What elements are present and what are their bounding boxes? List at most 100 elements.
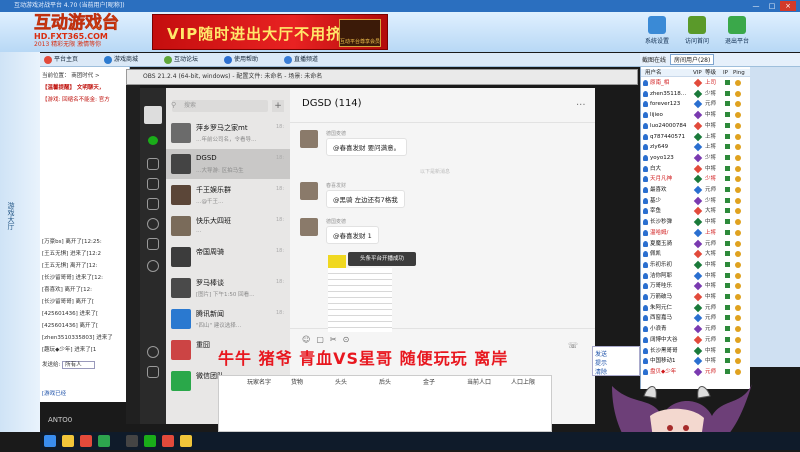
user-row[interactable]: 最喜欢 元师 xyxy=(641,185,751,195)
minimize-button[interactable]: — xyxy=(748,1,764,11)
user-row[interactable]: 天月凡神 少将 xyxy=(641,175,751,184)
user-row[interactable]: 中国移动1 中将 xyxy=(641,356,751,366)
conversation-item[interactable]: 腾讯新闻 "四山" 建议选择… 18: xyxy=(166,304,290,334)
close-button[interactable]: × xyxy=(780,1,796,11)
ping-icon xyxy=(735,368,741,375)
moments-icon[interactable] xyxy=(147,218,159,230)
user-row[interactable]: 阔博中大谷 元师 xyxy=(641,335,751,345)
col-ping[interactable]: Ping xyxy=(733,69,745,77)
toolbar-button-0[interactable]: 系统设置 xyxy=(640,14,674,50)
col-level[interactable]: 等级 xyxy=(705,69,716,77)
table-header[interactable]: 货物 xyxy=(291,377,303,386)
user-row[interactable]: 宰鱼 大将 xyxy=(641,207,751,216)
user-row[interactable]: lijieo 中将 xyxy=(641,110,751,120)
user-row[interactable]: 盘贝◆少年 元师 xyxy=(641,367,751,377)
miniprogram-icon[interactable] xyxy=(147,238,159,250)
contacts-icon[interactable] xyxy=(147,158,159,170)
add-button[interactable]: + xyxy=(272,100,284,112)
favorites-icon[interactable] xyxy=(147,178,159,190)
obs-window-titlebar[interactable]: OBS 21.2.4 (64-bit, windows) - 配置文件: 未命名… xyxy=(126,69,638,85)
settings-gear-icon[interactable] xyxy=(147,260,159,272)
col-ip[interactable]: IP xyxy=(723,69,728,77)
user-row[interactable]: 夏魔玉骑 元师 xyxy=(641,239,751,248)
user-row[interactable]: 基少 少将 xyxy=(641,196,751,205)
conversation-item[interactable]: 萍乡罗马之家mt …年前公司名，令看导… 18: xyxy=(166,118,290,148)
user-name: 阔博中大谷 xyxy=(650,336,678,343)
app-icon-2[interactable] xyxy=(98,435,110,447)
message-avatar[interactable] xyxy=(300,218,318,236)
files-icon[interactable] xyxy=(147,198,159,210)
user-row[interactable]: luo24000784 中将 xyxy=(641,121,751,131)
tab-1[interactable]: 游戏商城 xyxy=(102,54,138,66)
speak-target-select[interactable]: 所有人 xyxy=(62,361,95,369)
conversation-item[interactable]: 快乐大四班 … 18: xyxy=(166,211,290,241)
tab-0[interactable]: 平台主页 xyxy=(42,54,78,66)
input-toolbar[interactable]: ☺▢✂⊙ xyxy=(302,335,355,344)
user-row[interactable]: 佩凯 大将 xyxy=(641,249,751,259)
vip-banner[interactable]: VIP随时进出大厅不用挤 互动平台尊享会员 xyxy=(152,14,388,50)
tab-3[interactable]: 使用帮助 xyxy=(222,54,258,66)
user-icon xyxy=(643,133,648,140)
message-avatar[interactable] xyxy=(300,130,318,148)
tab-4[interactable]: 直播频道 xyxy=(282,54,318,66)
phone-icon[interactable] xyxy=(147,346,159,358)
maximize-button[interactable]: □ xyxy=(764,1,780,11)
search-input[interactable]: 搜索 xyxy=(172,100,268,112)
tab-room-users[interactable]: 房间用户(28) xyxy=(670,54,715,65)
user-row[interactable]: 万箭破马 中将 xyxy=(641,292,751,302)
conversation-item[interactable]: DGSD …大导游: 区拍马生 18: xyxy=(166,149,290,179)
user-row[interactable]: 温哈姆/上将 xyxy=(641,228,751,238)
log-line: [趣玩◆少年] 进来了[1 xyxy=(42,347,97,353)
user-row[interactable]: 小浪青 元师 xyxy=(641,324,751,334)
user-row[interactable]: q787440571 上将 xyxy=(641,132,751,141)
table-header[interactable]: 金子 xyxy=(423,377,435,386)
more-options-icon[interactable]: ··· xyxy=(576,100,586,111)
user-row[interactable]: 长沙黑哥哥 中将 xyxy=(641,346,751,355)
user-row[interactable]: 万哥哇乐 中将 xyxy=(641,282,751,291)
user-row[interactable]: 西窗嘉马 元师 xyxy=(641,314,751,323)
user-row[interactable]: forever123 元师 xyxy=(641,100,751,109)
conversation-item[interactable]: 帝国周骑 18: xyxy=(166,242,290,272)
user-row[interactable]: 白大 中将 xyxy=(641,164,751,173)
user-row[interactable]: 原南_相 上司 xyxy=(641,78,751,88)
message-bubble[interactable]: @黑骑 左边还有7格我 xyxy=(326,190,405,208)
user-row[interactable]: 朱阿元仁 元师 xyxy=(641,303,751,312)
obs-taskbar-icon[interactable] xyxy=(126,435,138,447)
table-header[interactable]: 后头 xyxy=(379,377,391,386)
table-header[interactable]: 人口上限 xyxy=(511,377,535,386)
message-avatar[interactable] xyxy=(300,182,318,200)
wechat-taskbar-icon[interactable] xyxy=(144,435,156,447)
game-taskbar-icon[interactable] xyxy=(162,435,174,447)
user-row[interactable]: zly649 上将 xyxy=(641,142,751,152)
message-bubble[interactable]: @春喜发财 要问满意。 xyxy=(326,138,408,156)
location-text: 当前位置： 商团时代 > xyxy=(42,73,100,79)
user-row[interactable]: yoyo123 少将 xyxy=(641,153,751,163)
message-bubble[interactable]: @春喜发财 1 xyxy=(326,226,379,244)
table-header[interactable]: 当前人口 xyxy=(467,377,491,386)
col-username[interactable]: 用户名 xyxy=(645,69,662,77)
menu-icon[interactable] xyxy=(147,366,159,378)
explorer-icon[interactable] xyxy=(62,435,74,447)
conversation-item[interactable]: 罗马棒谈 [图片] 下午1:50 回看… 18: xyxy=(166,273,290,303)
user-row[interactable]: 长沙秒弹 中将 xyxy=(641,217,751,227)
user-row[interactable]: 洁你阿耶 中将 xyxy=(641,271,751,280)
col-vip[interactable]: VIP xyxy=(693,69,702,77)
log-line: [王五无惧] 离开了[12: xyxy=(42,263,98,269)
toolbar-button-1[interactable]: 访问首问 xyxy=(680,14,714,50)
app-icon-1[interactable] xyxy=(80,435,92,447)
table-header[interactable]: 头头 xyxy=(335,377,347,386)
start-windows-icon[interactable] xyxy=(44,435,56,447)
toolbar-button-2[interactable]: 退出平台 xyxy=(720,14,754,50)
conversation-item[interactable]: 千王娱乐群 …@千王… 18: xyxy=(166,180,290,210)
toolbar-label: 退出平台 xyxy=(724,38,749,45)
user-avatar[interactable] xyxy=(144,106,162,124)
screenshot-image[interactable] xyxy=(328,268,392,332)
user-row[interactable]: zhen35118… 少将 xyxy=(641,89,751,98)
chat-icon[interactable] xyxy=(148,136,158,145)
user-row[interactable]: 乐初乐初 中将 xyxy=(641,260,751,270)
tab-screenshot[interactable]: 截图在线 xyxy=(642,55,666,64)
message-sender: 德国麦德 xyxy=(326,131,347,137)
tab-2[interactable]: 互动论坛 xyxy=(162,54,198,66)
table-header[interactable]: 玩家名字 xyxy=(247,377,271,386)
platform-taskbar-icon[interactable] xyxy=(180,435,192,447)
